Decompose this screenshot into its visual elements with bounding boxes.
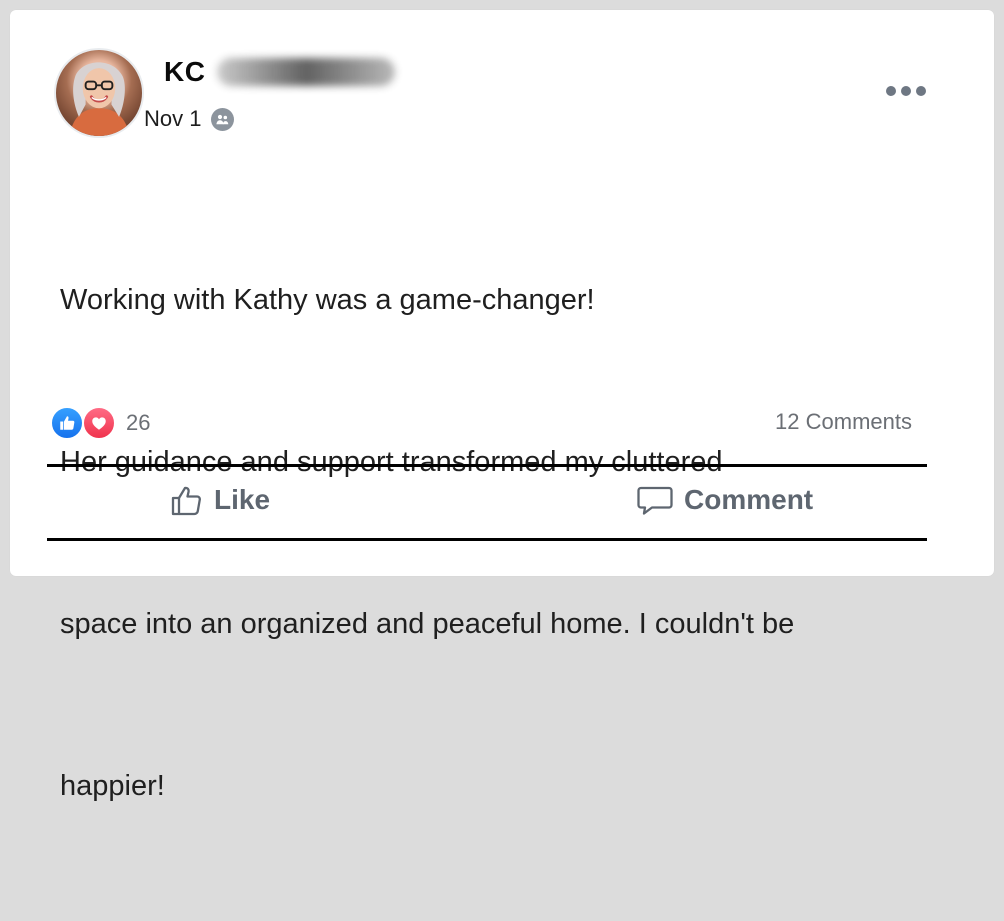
reaction-count[interactable]: 26	[126, 410, 150, 436]
comment-button-label: Comment	[684, 484, 814, 515]
actions-top-divider	[47, 464, 927, 467]
facebook-post-card: KC Nov 1 Working with Kathy was a game-c…	[10, 10, 994, 802]
author-avatar[interactable]	[54, 48, 144, 138]
comment-button[interactable]: Comment	[636, 478, 813, 522]
post-body: Working with Kathy was a game-changer! H…	[60, 165, 960, 921]
like-button-label: Like	[214, 484, 271, 515]
menu-dot	[916, 86, 926, 96]
avatar-image	[69, 62, 130, 136]
thumbs-up-icon	[168, 482, 204, 518]
comment-bubble-icon	[636, 482, 674, 518]
menu-dot	[901, 86, 911, 96]
actions-bottom-divider	[47, 538, 927, 541]
post-date[interactable]: Nov 1	[144, 106, 201, 132]
comments-count[interactable]: 12 Comments	[775, 409, 912, 435]
author-name[interactable]: KC	[164, 56, 205, 88]
like-button[interactable]: Like	[168, 478, 270, 522]
reactions-summary[interactable]: 26	[50, 406, 150, 440]
post-line: Working with Kathy was a game-changer!	[60, 284, 595, 316]
redacted-name	[217, 58, 396, 86]
post-line: space into an organized and peaceful hom…	[60, 608, 795, 640]
friends-icon[interactable]	[211, 107, 235, 131]
author-row: KC	[164, 56, 396, 88]
menu-dot	[886, 86, 896, 96]
post-meta: Nov 1	[144, 106, 235, 132]
love-reaction-icon	[82, 406, 116, 440]
like-reaction-icon	[50, 406, 84, 440]
more-options-icon[interactable]	[886, 86, 926, 96]
post-line: happier!	[60, 770, 165, 802]
